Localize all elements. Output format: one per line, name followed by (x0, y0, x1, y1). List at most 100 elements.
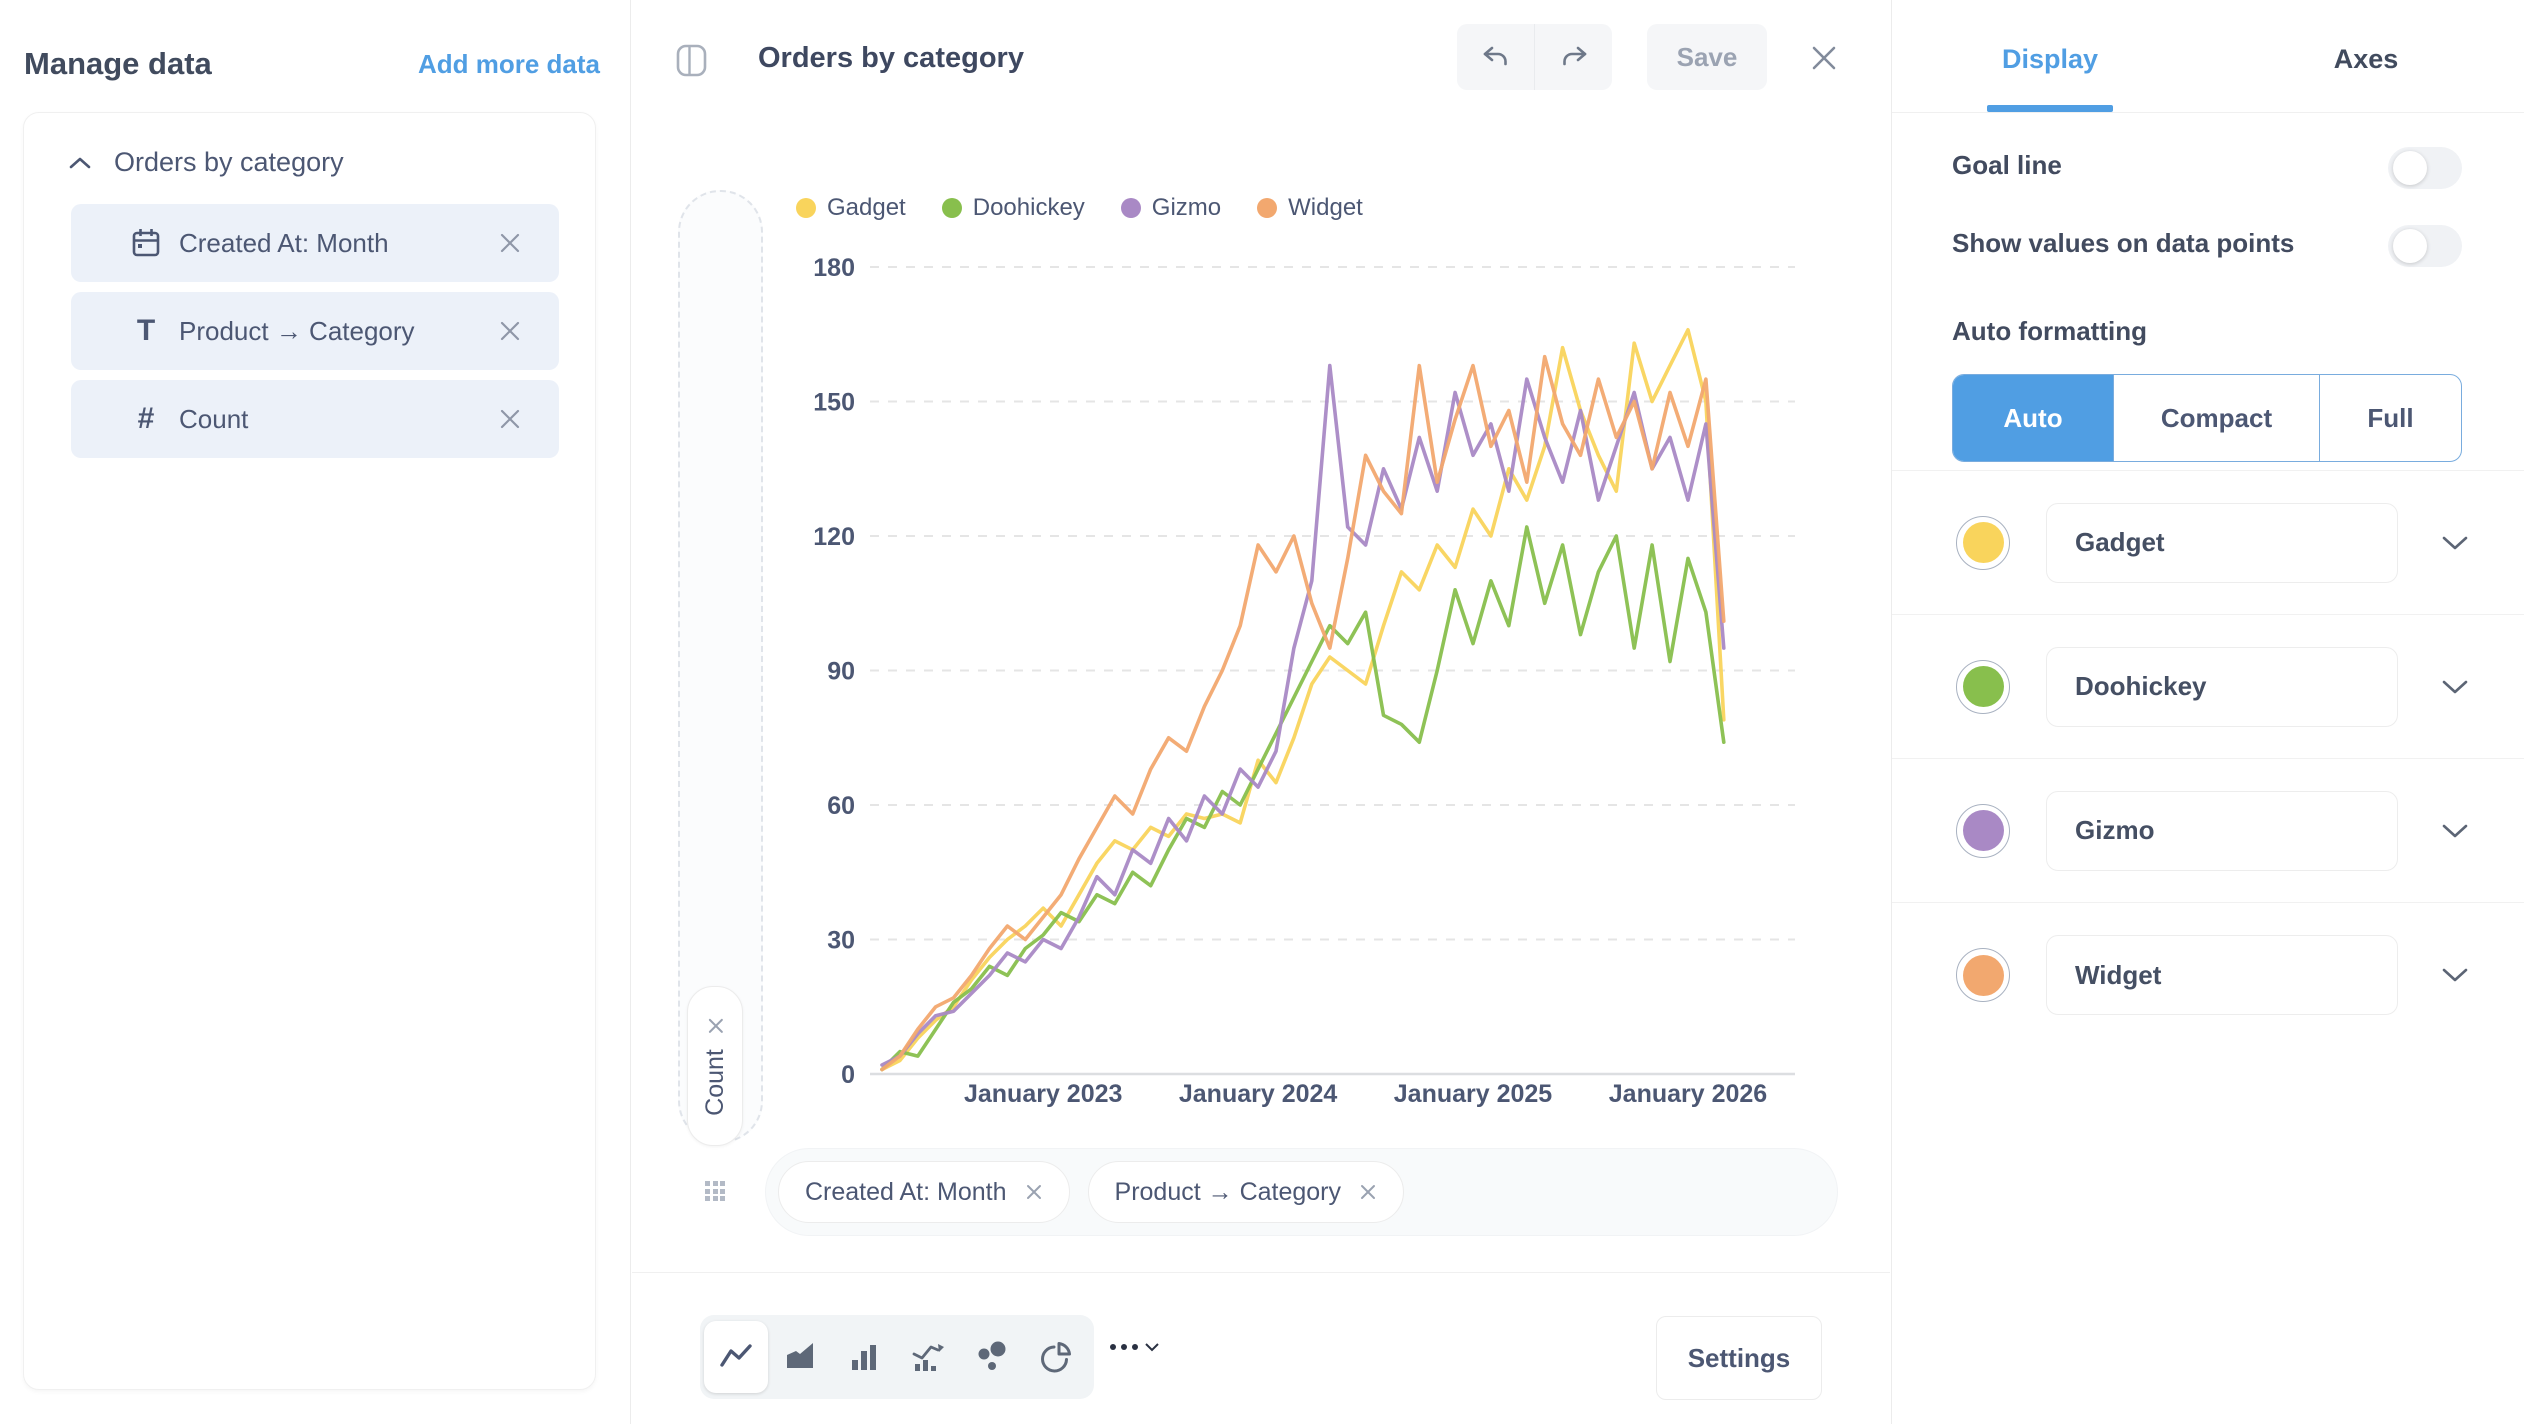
area-chart-icon[interactable] (768, 1321, 832, 1393)
remove-x-axis-icon[interactable] (1359, 1183, 1377, 1201)
svg-text:180: 180 (813, 254, 855, 282)
close-icon (1809, 43, 1839, 73)
tab-display[interactable]: Display (1892, 0, 2208, 112)
svg-text:January 2024: January 2024 (1179, 1080, 1338, 1108)
remove-y-axis-icon[interactable] (706, 1017, 724, 1035)
line-chart-icon[interactable] (704, 1321, 768, 1393)
legend-item[interactable]: Widget (1257, 194, 1363, 222)
remove-field-button[interactable] (497, 230, 523, 256)
series-color-swatch[interactable] (1956, 948, 2010, 1002)
legend-label: Gadget (827, 194, 906, 222)
svg-text:0: 0 (841, 1061, 855, 1089)
chevron-down-icon[interactable] (2441, 535, 2469, 551)
chevron-down-icon[interactable] (2441, 823, 2469, 839)
y-axis-pill-label: Count (701, 1049, 730, 1116)
remove-field-button[interactable] (497, 318, 523, 344)
x-axis-well[interactable]: Created At: Month Product → Category (765, 1148, 1838, 1236)
field-label: Count (179, 404, 248, 435)
scatter-chart-icon[interactable] (960, 1321, 1024, 1393)
dataset-title: Orders by category (114, 147, 344, 178)
series-color-swatch[interactable] (1956, 516, 2010, 570)
undo-button[interactable] (1457, 24, 1534, 90)
formatting-segmented-control: Auto Compact Full (1952, 374, 2462, 462)
chevron-down-icon[interactable] (2441, 967, 2469, 983)
show-values-toggle[interactable] (2388, 225, 2462, 267)
more-chart-types-button[interactable] (1110, 1342, 1160, 1352)
redo-icon (1557, 43, 1591, 71)
chart-legend: Gadget Doohickey Gizmo Widget (796, 192, 1363, 224)
svg-text:60: 60 (827, 792, 855, 820)
settings-button[interactable]: Settings (1656, 1316, 1822, 1400)
series-row-doohickey (1892, 615, 2524, 759)
bar-chart-icon[interactable] (832, 1321, 896, 1393)
legend-label: Widget (1288, 194, 1363, 222)
goal-line-toggle[interactable] (2388, 147, 2462, 189)
remove-field-button[interactable] (497, 406, 523, 432)
field-item-created-at[interactable]: Created At: Month (71, 204, 559, 282)
add-more-data-link[interactable]: Add more data (418, 49, 600, 80)
svg-text:120: 120 (813, 523, 855, 551)
chevron-down-icon (1144, 1342, 1160, 1352)
svg-text:90: 90 (827, 658, 855, 686)
legend-item[interactable]: Gizmo (1121, 194, 1221, 222)
tab-axes[interactable]: Axes (2208, 0, 2524, 112)
goal-line-label: Goal line (1952, 150, 2062, 181)
dataset-card: Orders by category Created At: Month T P… (23, 112, 596, 1390)
line-chart-canvas: 0306090120150180January 2023January 2024… (640, 190, 1890, 1190)
format-option-compact[interactable]: Compact (2113, 375, 2319, 461)
legend-label: Gizmo (1152, 194, 1221, 222)
svg-text:30: 30 (827, 927, 855, 955)
legend-dot (1121, 198, 1141, 218)
close-button[interactable] (1804, 38, 1844, 78)
series-color-swatch[interactable] (1956, 804, 2010, 858)
legend-item[interactable]: Doohickey (942, 194, 1085, 222)
legend-item[interactable]: Gadget (796, 194, 906, 222)
series-row-gadget (1892, 471, 2524, 615)
legend-dot (796, 198, 816, 218)
series-name-input[interactable] (2046, 791, 2398, 871)
auto-formatting-label: Auto formatting (1952, 316, 2147, 347)
combo-chart-icon[interactable] (896, 1321, 960, 1393)
number-icon: # (129, 402, 163, 436)
page-title: Orders by category (758, 42, 1024, 75)
field-label: Created At: Month (179, 228, 389, 259)
x-axis-pill[interactable]: Product → Category (1088, 1161, 1405, 1223)
x-axis-pill[interactable]: Created At: Month (778, 1161, 1070, 1223)
chevron-down-icon[interactable] (2441, 679, 2469, 695)
format-option-auto[interactable]: Auto (1953, 375, 2113, 461)
redo-button[interactable] (1535, 24, 1612, 90)
chart-type-toolbar (700, 1315, 1094, 1399)
calendar-icon (129, 227, 163, 259)
settings-tabs: Display Axes (1892, 0, 2524, 113)
series-row-gizmo (1892, 759, 2524, 903)
divider (632, 1272, 1890, 1273)
text-icon: T (129, 314, 163, 348)
undo-icon (1479, 43, 1513, 71)
ellipsis-icon (1110, 1344, 1138, 1350)
series-color-swatch[interactable] (1956, 660, 2010, 714)
svg-text:January 2025: January 2025 (1394, 1080, 1553, 1108)
pie-chart-icon[interactable] (1024, 1321, 1088, 1393)
series-name-input[interactable] (2046, 503, 2398, 583)
chart-editor-main: Orders by category Save Count (632, 0, 1890, 1424)
remove-x-axis-icon[interactable] (1025, 1183, 1043, 1201)
legend-dot (1257, 198, 1277, 218)
drag-handle-icon[interactable] (705, 1181, 725, 1201)
manage-data-sidebar: Manage data Add more data Orders by cate… (0, 0, 631, 1424)
x-axis-pill-label: Product → Category (1115, 1178, 1342, 1207)
format-option-full[interactable]: Full (2319, 375, 2461, 461)
field-label: Product → Category (179, 316, 415, 347)
y-axis-pill[interactable]: Count (687, 986, 743, 1146)
field-item-count[interactable]: # Count (71, 380, 559, 458)
active-tab-indicator (1987, 105, 2113, 112)
legend-dot (942, 198, 962, 218)
field-item-category[interactable]: T Product → Category (71, 292, 559, 370)
x-axis-pill-label: Created At: Month (805, 1178, 1007, 1207)
sidebar-toggle-icon[interactable] (676, 44, 708, 78)
series-name-input[interactable] (2046, 935, 2398, 1015)
svg-text:January 2026: January 2026 (1609, 1080, 1767, 1108)
svg-text:150: 150 (813, 389, 855, 417)
series-name-input[interactable] (2046, 647, 2398, 727)
save-button[interactable]: Save (1647, 24, 1767, 90)
chevron-up-icon[interactable] (68, 156, 92, 170)
